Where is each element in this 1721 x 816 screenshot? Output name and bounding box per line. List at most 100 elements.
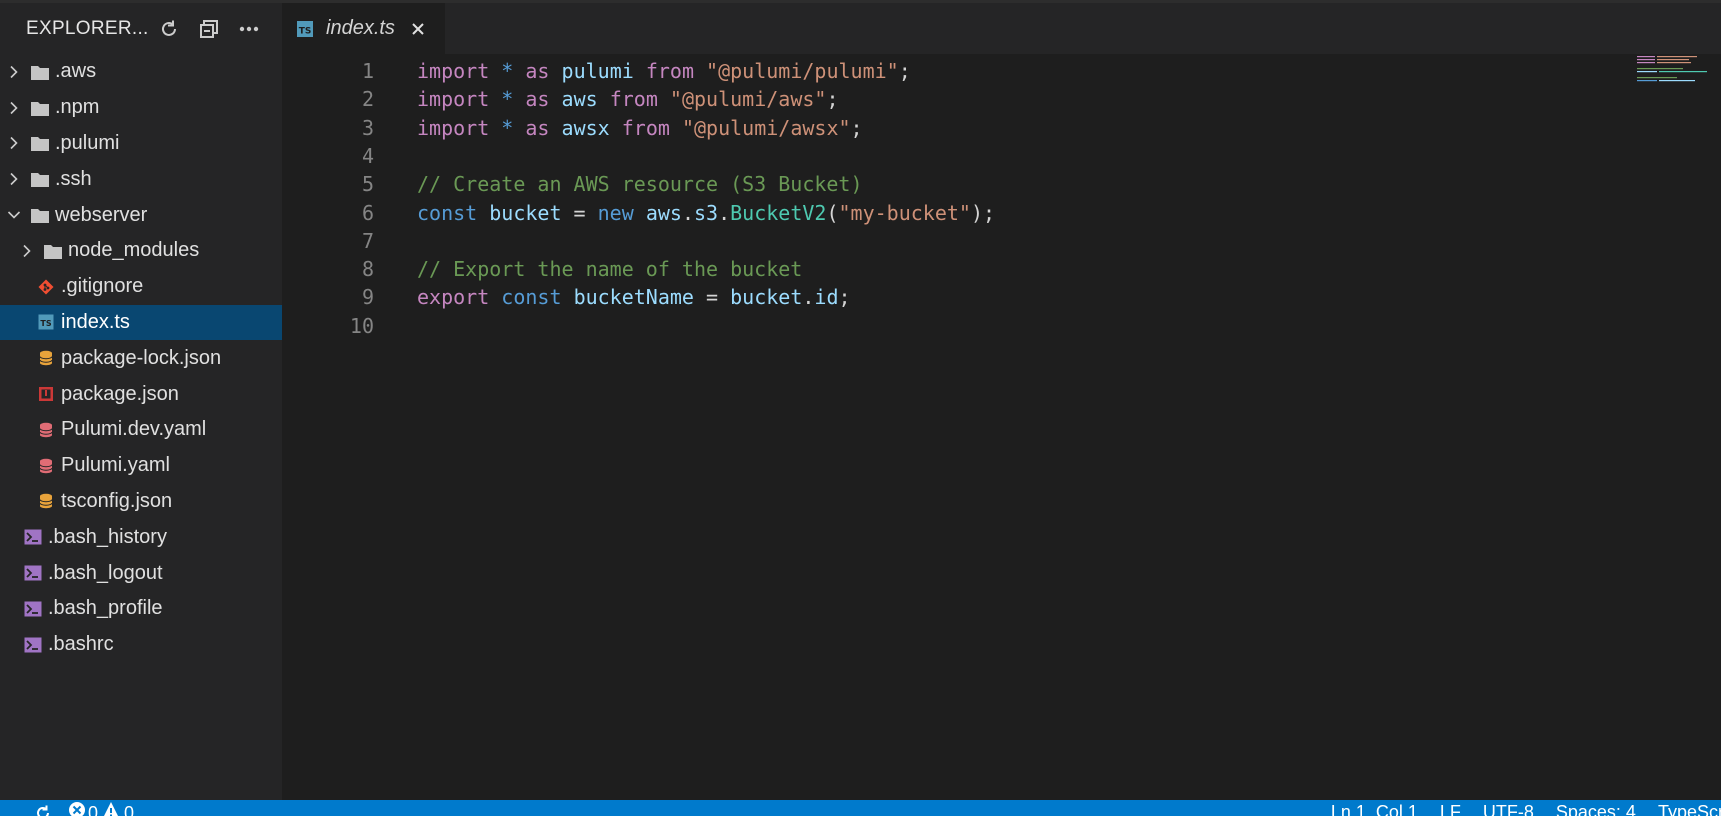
- code-token: id: [814, 285, 839, 310]
- editor-area: TS index.ts 1 import * as pulumi from "@p…: [282, 0, 1721, 800]
- code-text: const bucket = new aws.s3.BucketV2("my-b…: [417, 198, 995, 229]
- chevron-right-icon[interactable]: [5, 170, 23, 188]
- language-mode[interactable]: TypeScript: [1658, 801, 1721, 816]
- tree-item-label: .aws: [55, 60, 97, 83]
- typescript-icon: TS: [37, 313, 55, 331]
- terminal-icon: [24, 528, 42, 546]
- tree-item[interactable]: .bash_history: [0, 519, 282, 555]
- tree-item[interactable]: tsconfig.json: [0, 484, 282, 520]
- code-token: // Create an AWS resource (S3 Bucket): [417, 172, 863, 197]
- tab-label: index.ts: [326, 17, 395, 39]
- code-token: bucketName: [573, 285, 694, 310]
- code-token: from: [609, 87, 658, 112]
- code-token: as: [525, 115, 550, 140]
- code-line: 6 const bucket = new aws.s3.BucketV2("my-…: [282, 198, 1721, 229]
- sync-icon[interactable]: [34, 804, 52, 816]
- explorer-sidebar: EXPLORER... .aws .npm .pulumi .ssh webserver…: [0, 0, 282, 800]
- code-token: aws: [645, 200, 682, 225]
- code-token: .: [718, 200, 731, 225]
- code-token: "@pulumi/aws": [669, 87, 827, 112]
- status-right: Ln 1, Col 1 LF UTF-8 Spaces: 4 TypeScrip…: [1331, 801, 1721, 816]
- folder-icon: [31, 63, 49, 81]
- chevron-right-icon[interactable]: [5, 134, 23, 152]
- chevron-right-icon[interactable]: [18, 242, 36, 260]
- code-token: "my-bucket": [838, 200, 971, 225]
- code-token: bucket: [489, 200, 562, 225]
- tree-item[interactable]: Pulumi.dev.yaml: [0, 412, 282, 448]
- code-token: BucketV2: [730, 200, 827, 225]
- tree-item[interactable]: .pulumi: [0, 126, 282, 162]
- tree-item[interactable]: .npm: [0, 90, 282, 126]
- code-token: (: [826, 200, 839, 225]
- tab-index-ts[interactable]: TS index.ts: [282, 3, 445, 54]
- tree-item-label: .bash_logout: [48, 561, 163, 584]
- vscode-window: EXPLORER... .aws .npm .pulumi .ssh webserver…: [0, 0, 1721, 816]
- tree-item[interactable]: TS index.ts: [0, 304, 282, 341]
- indentation[interactable]: Spaces: 4: [1556, 801, 1636, 816]
- problems-indicator[interactable]: 0 0: [68, 801, 134, 816]
- tree-item-label: .pulumi: [55, 131, 120, 154]
- code-editor[interactable]: 1 import * as pulumi from "@pulumi/pulumi…: [282, 54, 1721, 800]
- warning-count: 0: [124, 802, 135, 816]
- tree-item[interactable]: package-lock.json: [0, 340, 282, 376]
- tree-item[interactable]: Pulumi.yaml: [0, 448, 282, 484]
- line-number: 5: [361, 172, 374, 197]
- line-number: 4: [361, 143, 374, 168]
- end-of-line[interactable]: LF: [1440, 801, 1461, 816]
- tree-item-label: .bash_profile: [48, 597, 163, 620]
- code-token: "@pulumi/awsx": [681, 115, 851, 140]
- code-line: 4: [282, 141, 1721, 172]
- explorer-title: EXPLORER...: [26, 17, 149, 39]
- tree-item[interactable]: .bash_logout: [0, 555, 282, 591]
- code-token: "@pulumi/pulumi": [706, 59, 899, 83]
- folder-icon: [31, 206, 49, 224]
- tree-item[interactable]: .bashrc: [0, 627, 282, 663]
- line-number: 2: [361, 87, 374, 112]
- tree-item[interactable]: webserver: [0, 197, 282, 233]
- tree-item[interactable]: package.json: [0, 376, 282, 412]
- folder-icon: [31, 134, 49, 152]
- tree-item-label: index.ts: [61, 310, 130, 333]
- more-actions-icon[interactable]: [238, 18, 260, 40]
- code-token: );: [970, 200, 996, 225]
- code-token: ;: [898, 59, 911, 83]
- code-token: .: [681, 200, 694, 225]
- chevron-right-icon[interactable]: [5, 99, 23, 117]
- tree-item-label: .bash_history: [48, 525, 167, 548]
- code-token: ;: [838, 285, 851, 310]
- tree-item[interactable]: node_modules: [0, 233, 282, 269]
- tree-item[interactable]: .gitignore: [0, 269, 282, 305]
- code-token: pulumi: [561, 59, 634, 83]
- chevron-right-icon[interactable]: [5, 63, 23, 81]
- cursor-position[interactable]: Ln 1, Col 1: [1331, 801, 1418, 816]
- folder-icon: [31, 99, 49, 117]
- refresh-icon[interactable]: [158, 18, 180, 40]
- yaml-icon: [37, 457, 55, 475]
- code-text: export const bucketName = bucket.id;: [417, 282, 851, 313]
- code-line: 7: [282, 226, 1721, 257]
- collapse-all-icon[interactable]: [198, 18, 220, 40]
- code-text: import * as pulumi from "@pulumi/pulumi"…: [417, 56, 911, 87]
- line-number: 9: [361, 285, 374, 310]
- chevron-down-icon[interactable]: [5, 206, 23, 224]
- file-tree: .aws .npm .pulumi .ssh webserver node_modules…: [0, 54, 282, 663]
- tree-item[interactable]: .aws: [0, 54, 282, 90]
- tab-bar: TS index.ts: [282, 0, 1721, 54]
- tree-item[interactable]: .bash_profile: [0, 591, 282, 627]
- close-icon[interactable]: [409, 20, 427, 38]
- tree-item-label: .bashrc: [48, 633, 114, 656]
- minimap[interactable]: [1637, 54, 1717, 114]
- json-icon: [37, 492, 55, 510]
- encoding[interactable]: UTF-8: [1483, 801, 1534, 816]
- code-line: 5 // Create an AWS resource (S3 Bucket): [282, 169, 1721, 200]
- code-line: 10: [282, 311, 1721, 342]
- tree-item[interactable]: .ssh: [0, 161, 282, 197]
- code-token: *: [501, 87, 514, 112]
